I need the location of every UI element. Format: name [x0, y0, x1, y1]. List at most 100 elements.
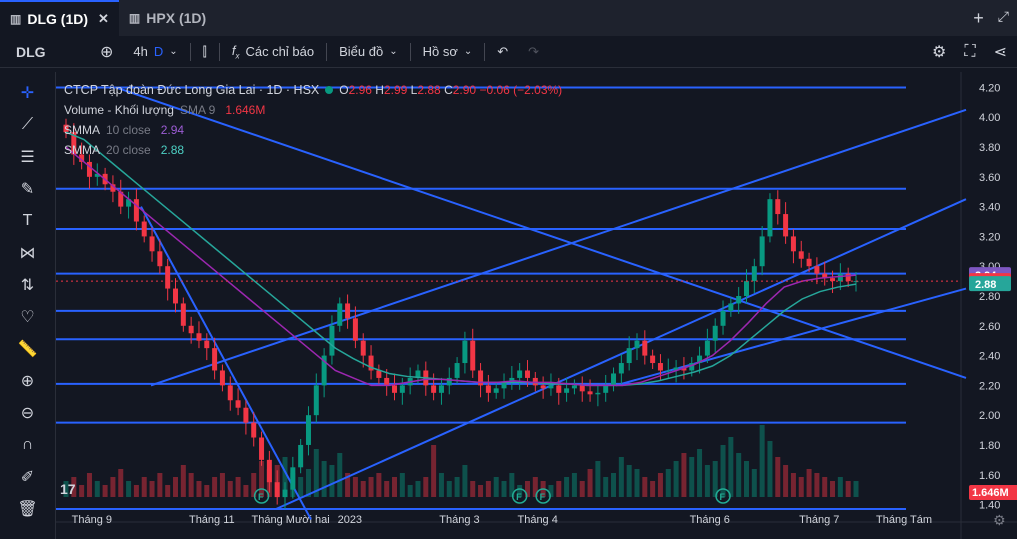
- indicators-button[interactable]: fx Các chỉ báo: [222, 36, 324, 68]
- crosshair-icon[interactable]: ✛: [14, 82, 42, 104]
- volume-bar: [126, 481, 132, 497]
- volume-bar: [79, 485, 85, 497]
- share-icon[interactable]: ⋖: [994, 42, 1007, 62]
- volume-bar: [673, 461, 679, 497]
- y-tick-label: 1.40: [979, 500, 1000, 512]
- volume-bar: [360, 481, 366, 497]
- trash-icon[interactable]: 🗑: [14, 498, 42, 520]
- volume-bar: [431, 445, 437, 497]
- zoom-out-icon[interactable]: ⊖: [14, 402, 42, 424]
- candle-body: [157, 251, 163, 267]
- volume-bar: [227, 481, 233, 497]
- chart-type-button[interactable]: Biểu đồ ⌄: [329, 36, 407, 68]
- volume-badge: 1.646M: [972, 487, 1009, 499]
- dividend-marker-label: F: [516, 492, 522, 502]
- candle-body: [212, 348, 218, 371]
- x-tick-label: Tháng 9: [72, 514, 112, 526]
- y-tick-label: 2.40: [979, 351, 1000, 363]
- volume-bar: [524, 481, 530, 497]
- candle-body: [564, 388, 570, 393]
- candle-body: [743, 281, 749, 296]
- tab-hpx[interactable]: ▥ HPX (1D): [119, 0, 216, 36]
- candle-body: [235, 400, 241, 408]
- tabbar-actions: + ⤢: [973, 8, 1009, 29]
- close-icon[interactable]: ✕: [98, 11, 109, 27]
- candle-body: [173, 288, 179, 304]
- y-tick-label: 1.60: [979, 470, 1000, 482]
- volume-bar: [298, 477, 304, 497]
- magnet-icon[interactable]: ∩: [14, 434, 42, 456]
- trendline-icon[interactable]: ⟋: [14, 114, 42, 136]
- volume-bar: [665, 469, 671, 497]
- add-tab-icon[interactable]: +: [973, 8, 984, 29]
- expand-icon[interactable]: ⤢: [998, 8, 1009, 29]
- volume-bar: [830, 481, 836, 497]
- smma20-price-badge: 2.88: [975, 279, 996, 291]
- undo-button[interactable]: ↶: [487, 36, 518, 68]
- volume-bar: [470, 481, 476, 497]
- candle-body: [329, 325, 335, 356]
- volume-bar: [173, 477, 179, 497]
- candle-body: [587, 391, 593, 395]
- axis-settings-icon: ⚙: [993, 513, 1006, 529]
- candle-body: [493, 388, 499, 393]
- top-toolbar: DLG ⊕ 4h D ⌄ ⫿ fx Các chỉ báo Biểu đồ ⌄ …: [0, 36, 1017, 68]
- candle-body: [188, 325, 194, 334]
- brush-icon[interactable]: ✎: [14, 178, 42, 200]
- y-tick-label: 2.20: [979, 380, 1000, 392]
- volume-bar: [188, 473, 194, 497]
- volume-bar: [806, 469, 812, 497]
- settings-icon[interactable]: ⚙: [932, 42, 946, 62]
- compare-button[interactable]: ⊕: [90, 36, 123, 68]
- x-tick-label: Tháng 7: [799, 514, 839, 526]
- price-chart[interactable]: 4.204.003.803.603.403.203.002.802.602.40…: [56, 72, 1017, 539]
- prediction-icon[interactable]: ⇅: [14, 274, 42, 296]
- candle-body: [392, 385, 398, 393]
- candle-body: [180, 303, 186, 326]
- volume-bar: [141, 477, 147, 497]
- y-tick-label: 4.20: [979, 82, 1000, 94]
- volume-bar: [212, 477, 218, 497]
- volume-bar: [407, 485, 413, 497]
- heart-icon[interactable]: ♡: [14, 306, 42, 328]
- candle-type-button[interactable]: ⫿: [193, 36, 217, 68]
- redo-button[interactable]: ↷: [518, 36, 549, 68]
- fullscreen-icon[interactable]: ⛶: [964, 43, 975, 61]
- text-icon[interactable]: T: [14, 210, 42, 232]
- candle-body: [149, 236, 155, 252]
- candle-body: [712, 325, 718, 341]
- candle-body: [618, 363, 624, 374]
- volume-bar: [478, 485, 484, 497]
- ruler-icon[interactable]: 📏: [14, 338, 42, 360]
- x-tick-label: 2023: [338, 514, 362, 526]
- candle-body: [751, 266, 757, 282]
- lock-drawing-icon[interactable]: ✐: [14, 466, 42, 488]
- candle-body: [251, 422, 257, 438]
- volume-bar: [352, 477, 358, 497]
- volume-bar: [697, 449, 703, 497]
- chart-icon: ▥: [10, 12, 22, 26]
- symbol-search[interactable]: DLG: [0, 44, 90, 60]
- candle-body: [517, 370, 523, 378]
- volume-bar: [743, 461, 749, 497]
- profile-button[interactable]: Hồ sơ ⌄: [413, 36, 483, 68]
- fib-icon[interactable]: ☰: [14, 146, 42, 168]
- tab-label: DLG (1D): [27, 11, 89, 27]
- candle-body: [204, 340, 210, 349]
- zoom-in-icon[interactable]: ⊕: [14, 370, 42, 392]
- chart-icon: ▥: [128, 11, 141, 25]
- chart-pane[interactable]: 4.204.003.803.603.403.203.002.802.602.40…: [56, 72, 1017, 539]
- volume-bar: [438, 473, 444, 497]
- volume-bar: [564, 477, 570, 497]
- volume-bar: [219, 473, 225, 497]
- interval-selector[interactable]: 4h D ⌄: [123, 36, 187, 68]
- tab-dlg[interactable]: ▥ DLG (1D) ✕: [0, 0, 119, 36]
- candle-body: [454, 363, 460, 378]
- tab-bar: ▥ DLG (1D) ✕ ▥ HPX (1D) + ⤢: [0, 0, 1017, 36]
- tab-label: HPX (1D): [146, 10, 207, 26]
- candle-body: [790, 236, 796, 252]
- candle-body: [165, 266, 171, 289]
- indicators-label: Các chỉ báo: [245, 44, 315, 59]
- volume-bar: [587, 469, 593, 497]
- pattern-icon[interactable]: ⋈: [14, 242, 42, 264]
